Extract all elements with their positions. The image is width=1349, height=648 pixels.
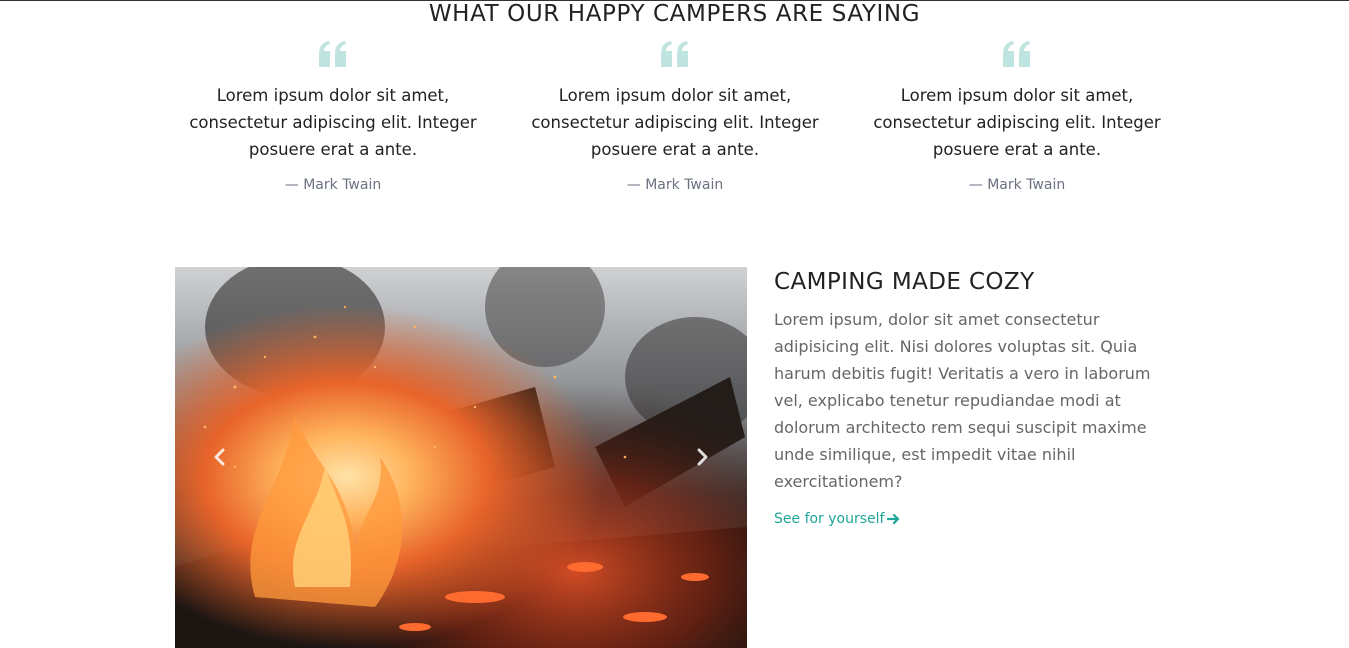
- arrow-right-icon: [887, 513, 900, 525]
- testimonial-card: Lorem ipsum dolor sit amet, consectetur …: [859, 40, 1175, 195]
- feature-block: CAMPING MADE COZY Lorem ipsum, dolor sit…: [774, 266, 1164, 529]
- section-title: WHAT OUR HAPPY CAMPERS ARE SAYING: [428, 1, 921, 27]
- see-for-yourself-link[interactable]: See for yourself: [774, 509, 900, 529]
- quote-left-icon: [1003, 41, 1030, 67]
- testimonials: Lorem ipsum dolor sit amet, consectetur …: [175, 40, 1175, 210]
- feature-title: CAMPING MADE COZY: [774, 269, 1035, 295]
- quote-left-icon: [319, 41, 346, 67]
- feature-description: Lorem ipsum, dolor sit amet consectetur …: [774, 310, 1151, 491]
- carousel-next-button[interactable]: [683, 437, 723, 477]
- testimonial-text: Lorem ipsum dolor sit amet, consectetur …: [531, 86, 819, 159]
- testimonial-author: — Mark Twain: [968, 177, 1066, 193]
- chevron-left-icon: [214, 448, 225, 466]
- testimonial-card: Lorem ipsum dolor sit amet, consectetur …: [175, 40, 491, 195]
- image-carousel[interactable]: [175, 267, 747, 648]
- link-label: See for yourself: [774, 511, 885, 527]
- carousel-prev-button[interactable]: [199, 437, 239, 477]
- testimonial-author: — Mark Twain: [284, 177, 382, 193]
- testimonial-author: — Mark Twain: [626, 177, 724, 193]
- testimonial-card: Lorem ipsum dolor sit amet, consectetur …: [517, 40, 833, 195]
- campfire-image: [175, 267, 747, 648]
- quote-left-icon: [661, 41, 688, 67]
- testimonial-text: Lorem ipsum dolor sit amet, consectetur …: [189, 86, 477, 159]
- chevron-right-icon: [697, 448, 708, 466]
- testimonial-text: Lorem ipsum dolor sit amet, consectetur …: [873, 86, 1161, 159]
